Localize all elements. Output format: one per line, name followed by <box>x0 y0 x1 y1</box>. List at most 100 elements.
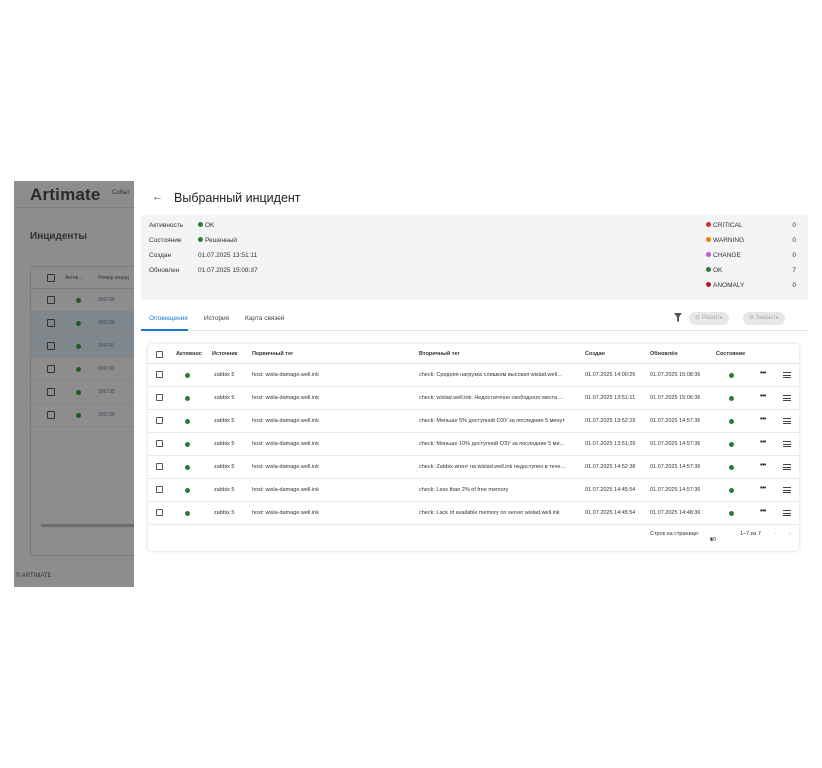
updated-cell: 01.07.2025 14:57:36 <box>650 487 701 493</box>
bg-row-checkbox[interactable] <box>47 365 55 373</box>
select-all-checkbox[interactable] <box>156 351 163 358</box>
bg-table-row[interactable]: 006735 <box>31 381 134 404</box>
severity-dot <box>706 282 711 287</box>
secondary-tag-cell: check: Средняя нагрузка слишком высокая … <box>419 372 562 378</box>
info-label: Создан <box>149 252 172 259</box>
created-cell: 01.07.2025 14:00:26 <box>585 372 636 378</box>
state-dot <box>729 511 734 516</box>
more-horiz-icon[interactable]: ••• <box>760 393 766 400</box>
col-updated[interactable]: Обновлён <box>650 351 678 357</box>
bg-table-header: Актив... Номер инцид <box>31 267 134 289</box>
created-cell: 01.07.2025 13:51:29 <box>585 441 636 447</box>
tab-history[interactable]: История <box>204 315 229 322</box>
status-dot <box>76 367 81 372</box>
bg-table-row[interactable]: 006741 <box>31 335 134 358</box>
bg-row-checkbox[interactable] <box>47 388 55 396</box>
severity-count: 0 <box>792 222 796 229</box>
row-checkbox[interactable] <box>156 486 163 493</box>
block-icon: ⊘ <box>749 315 756 321</box>
chevron-right-icon[interactable]: › <box>789 531 791 537</box>
primary-tag-cell: host: wisla-damage.well.ink <box>252 395 319 401</box>
bg-row-checkbox[interactable] <box>47 319 55 327</box>
table-row[interactable]: zabbix 5 host: wisla-damage.well.ink che… <box>148 433 799 456</box>
primary-tag-cell: host: wisla-damage.well.ink <box>252 510 319 516</box>
row-checkbox[interactable] <box>156 371 163 378</box>
bg-incident-number: 006739 <box>98 297 115 303</box>
bg-table-row[interactable]: 006738 <box>31 312 134 335</box>
activity-dot <box>185 465 190 470</box>
table-row[interactable]: zabbix 5 host: wisla-damage.well.ink che… <box>148 387 799 410</box>
bg-col-activity: Актив... <box>65 275 83 281</box>
source-cell: zabbix 5 <box>214 395 235 401</box>
table-row[interactable]: zabbix 5 host: wisla-damage.well.ink che… <box>148 479 799 502</box>
secondary-tag-cell: check: Меньше 5% доступной ОЗУ за послед… <box>419 418 565 424</box>
severity-dot <box>706 252 711 257</box>
severity-count: 7 <box>792 267 796 274</box>
more-horiz-icon[interactable]: ••• <box>760 439 766 446</box>
bg-nav-item[interactable]: Событ <box>112 190 130 196</box>
bg-horizontal-scrollbar[interactable] <box>41 524 134 527</box>
state-dot <box>729 442 734 447</box>
primary-tag-cell: host: wisla-damage.well.ink <box>252 487 319 493</box>
more-horiz-icon[interactable]: ••• <box>760 370 766 377</box>
menu-icon[interactable] <box>783 372 791 380</box>
menu-icon[interactable] <box>783 441 791 449</box>
row-checkbox[interactable] <box>156 463 163 470</box>
severity-dot <box>706 237 711 242</box>
tabs-bar: Оповещения История Карта связей ⊘ Решить… <box>141 309 808 331</box>
resolve-button[interactable]: ⊘ Решить <box>689 312 729 325</box>
col-created[interactable]: Создан <box>585 351 605 357</box>
col-source[interactable]: Источник <box>212 351 238 357</box>
secondary-tag-cell: check: wislad.well.ink: Недостаточно сво… <box>419 395 564 401</box>
table-row[interactable]: zabbix 5 host: wisla-damage.well.ink che… <box>148 456 799 479</box>
row-checkbox[interactable] <box>156 509 163 516</box>
state-dot <box>729 373 734 378</box>
table-row[interactable]: zabbix 5 host: wisla-damage.well.ink che… <box>148 364 799 387</box>
bg-table-row[interactable]: 006739 <box>31 289 134 312</box>
table-row[interactable]: zabbix 5 host: wisla-damage.well.ink che… <box>148 410 799 433</box>
row-checkbox[interactable] <box>156 440 163 447</box>
bg-row-checkbox[interactable] <box>47 411 55 419</box>
menu-icon[interactable] <box>783 395 791 403</box>
tab-alerts[interactable]: Оповещения <box>149 315 188 322</box>
chevron-down-icon: ▾ <box>710 537 713 543</box>
severity-label: WARNING <box>713 237 745 244</box>
info-label: Состояние <box>149 237 182 244</box>
menu-icon[interactable] <box>783 487 791 495</box>
close-button[interactable]: ⊘ Закрыть <box>743 312 785 325</box>
bg-row-checkbox[interactable] <box>47 342 55 350</box>
filter-icon[interactable] <box>674 313 682 322</box>
more-horiz-icon[interactable]: ••• <box>760 416 766 423</box>
menu-icon[interactable] <box>783 510 791 518</box>
chevron-left-icon[interactable]: ‹ <box>775 531 777 537</box>
col-state[interactable]: Состояние <box>716 351 745 357</box>
updated-cell: 01.07.2025 14:57:36 <box>650 441 701 447</box>
bg-table-row[interactable]: 006740 <box>31 358 134 381</box>
arrow-left-icon[interactable]: ← <box>152 191 163 203</box>
more-horiz-icon[interactable]: ••• <box>760 485 766 492</box>
more-horiz-icon[interactable]: ••• <box>760 508 766 515</box>
sev-label-wrap: WARNING <box>706 237 744 244</box>
status-dot <box>76 321 81 326</box>
bg-table-row[interactable]: 006736 <box>31 404 134 427</box>
app-logo: Artimate <box>30 185 101 204</box>
menu-icon[interactable] <box>783 464 791 472</box>
col-secondary-tag[interactable]: Вторичный тег <box>419 351 460 357</box>
row-checkbox[interactable] <box>156 417 163 424</box>
more-horiz-icon[interactable]: ••• <box>760 462 766 469</box>
info-label: Обновлен <box>149 267 180 274</box>
status-dot <box>76 298 81 303</box>
created-cell: 01.07.2025 14:52:38 <box>585 464 636 470</box>
bg-row-checkbox[interactable] <box>47 296 55 304</box>
col-primary-tag[interactable]: Первичный тег <box>252 351 293 357</box>
status-dot <box>198 237 203 242</box>
table-row[interactable]: zabbix 5 host: wisla-damage.well.ink che… <box>148 502 799 525</box>
menu-icon[interactable] <box>783 418 791 426</box>
check-circle-icon: ⊘ <box>695 315 702 321</box>
tab-relation-map[interactable]: Карта связей <box>245 315 285 322</box>
col-activity[interactable]: Активнос <box>176 351 206 357</box>
panel-title: Выбранный инцидент <box>174 191 301 205</box>
row-checkbox[interactable] <box>156 394 163 401</box>
bg-select-all-checkbox[interactable] <box>47 274 55 282</box>
secondary-tag-cell: check: Меньше 10% доступной ОЗУ за после… <box>419 441 565 447</box>
